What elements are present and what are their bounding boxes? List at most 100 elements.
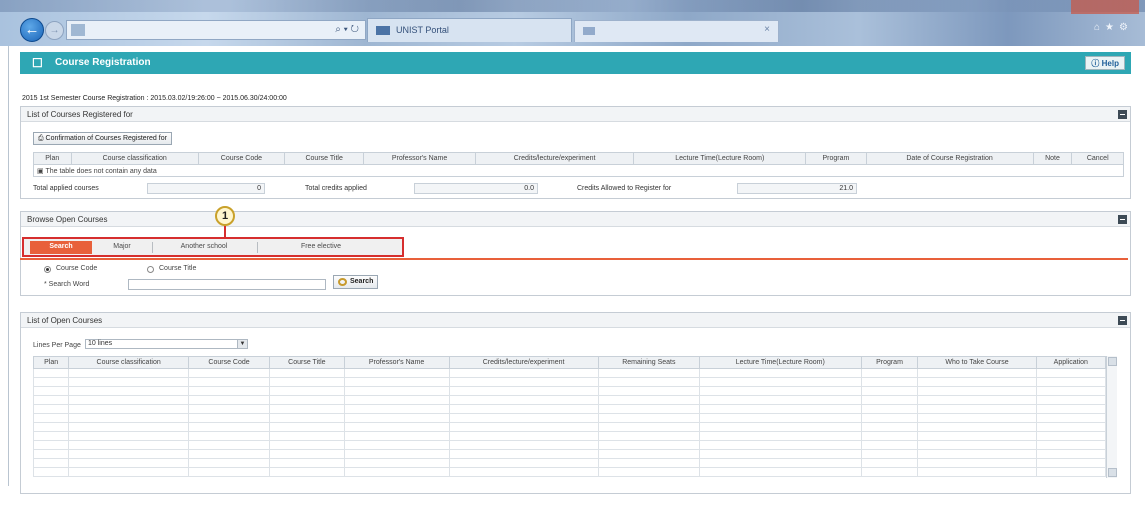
minimize-icon[interactable] [1118,215,1127,224]
table-row [32,467,1107,477]
table-scrollbar[interactable] [1106,356,1117,478]
col-course-code[interactable]: Course Code [197,152,286,165]
open-courses-title: List of Open Courses [27,316,103,325]
registration-period: 2015 1st Semester Course Registration : … [22,95,287,102]
address-controls[interactable]: ⌕ ▾ ↻ [335,24,359,35]
registered-table: Plan Course classification Course Code C… [33,152,1124,177]
registered-courses-panel: List of Courses Registered for ⎙ Confirm… [20,106,1131,199]
search-word-label: * Search Word [44,281,90,288]
table-row [32,422,1107,432]
help-button[interactable]: ⓘ Help [1085,56,1125,70]
table-row [32,431,1107,441]
total-credits-value: 0.0 [414,183,538,194]
search-button[interactable]: Search [333,275,379,289]
col-program[interactable]: Program [805,152,867,165]
col-lecture-time[interactable]: Lecture Time(Lecture Room) [633,152,807,165]
col-registration-date[interactable]: Date of Course Registration [865,152,1034,165]
window-controls[interactable] [1071,0,1139,14]
col-plan[interactable]: Plan [33,152,72,165]
col-note[interactable]: Note [1032,152,1073,165]
browser-tab-second[interactable]: × [574,20,779,42]
scroll-up-icon[interactable] [1108,357,1117,366]
table-row [32,440,1107,450]
close-tab-icon[interactable]: × [764,24,770,35]
empty-message: The table does not contain any data [45,167,157,175]
table-row [32,404,1107,414]
course-title-radio[interactable] [147,266,154,273]
scroll-down-icon[interactable] [1108,468,1117,477]
search-icon [338,278,347,286]
col-professor-name[interactable]: Professor's Name [343,356,450,369]
left-divider [8,46,9,486]
print-icon: ⎙ [38,135,46,142]
col-credits[interactable]: Credits/lecture/experiment [474,152,635,165]
tab-major[interactable]: Major [94,241,150,254]
col-course-title[interactable]: Course Title [284,152,365,165]
col-course-classification[interactable]: Course classification [70,152,199,165]
allowed-credits-value: 21.0 [737,183,857,194]
tab-search[interactable]: Search [30,241,92,254]
browse-panel-title: Browse Open Courses [27,215,108,224]
browser-tab-portal[interactable]: UNIST Portal [367,18,572,42]
empty-row: ▣ The table does not contain any data [33,164,1124,177]
page-title: Course Registration [55,57,151,68]
callout-pointer [224,226,226,237]
registered-panel-title: List of Courses Registered for [27,110,133,119]
search-button-label: Search [350,278,374,285]
window-titlebar [0,0,1145,12]
tab-another-school[interactable]: Another school [154,241,254,254]
help-button-label: Help [1101,59,1119,68]
help-icon: ⓘ [1091,59,1102,68]
table-row [32,377,1107,387]
tab-separator [257,242,258,253]
back-arrow-icon: ← [24,21,40,38]
forward-arrow-icon: → [49,25,60,36]
lines-per-page-select[interactable]: 10 lines ▼ [85,339,248,349]
col-plan[interactable]: Plan [32,356,70,369]
browse-tabs-highlight: Search Major Another school Free electiv… [22,237,404,257]
open-courses-table: Plan Course classification Course Code C… [32,356,1107,477]
table-row [32,395,1107,405]
col-course-classification[interactable]: Course classification [68,356,189,369]
col-lecture-time[interactable]: Lecture Time(Lecture Room) [699,356,862,369]
page: ☐ Course Registration ⓘ Help 2015 1st Se… [0,46,1145,524]
browse-panel-header: Browse Open Courses [21,212,1130,227]
callout-badge: 1 [215,206,235,226]
back-button[interactable]: ← [20,18,44,42]
allowed-credits-label: Credits Allowed to Register for [577,185,672,192]
search-word-input[interactable] [128,279,326,290]
tab-separator [152,242,153,253]
open-courses-table-header: Plan Course classification Course Code C… [32,356,1107,369]
col-remaining-seats[interactable]: Remaining Seats [597,356,701,369]
page-titlebar: ☐ Course Registration ⓘ Help [20,52,1131,74]
page-favicon-icon [583,27,595,35]
col-program[interactable]: Program [860,356,919,369]
browser-tab-label: UNIST Portal [396,25,449,35]
registered-table-header: Plan Course classification Course Code C… [33,152,1124,165]
total-credits-label: Total credits applied [305,185,367,192]
tab-free-elective[interactable]: Free elective [261,241,381,254]
course-code-radio[interactable] [44,266,51,273]
address-bar[interactable]: ⌕ ▾ ↻ [66,20,366,40]
course-title-radio-label: Course Title [159,265,197,272]
browser-chrome: ← → ⌕ ▾ ↻ UNIST Portal × ⌂★⚙ [0,0,1145,46]
forward-button[interactable]: → [45,21,64,40]
table-row [32,449,1107,459]
col-cancel[interactable]: Cancel [1071,152,1124,165]
lines-per-page-value: 10 lines [88,340,113,347]
col-application[interactable]: Application [1035,356,1107,369]
open-courses-header: List of Open Courses [21,313,1130,328]
col-course-code[interactable]: Course Code [187,356,271,369]
confirmation-button[interactable]: ⎙ Confirmation of Courses Registered for [33,132,172,145]
col-credits[interactable]: Credits/lecture/experiment [448,356,599,369]
chevron-down-icon[interactable]: ▼ [237,340,247,348]
table-row [32,458,1107,468]
site-icon [71,24,85,36]
minimize-icon[interactable] [1118,110,1127,119]
minimize-icon[interactable] [1118,316,1127,325]
browser-toolbar-icons[interactable]: ⌂★⚙ [1094,22,1133,33]
col-who-to-take[interactable]: Who to Take Course [917,356,1037,369]
col-professor-name[interactable]: Professor's Name [363,152,476,165]
tab-underline [20,258,1128,260]
col-course-title[interactable]: Course Title [269,356,345,369]
